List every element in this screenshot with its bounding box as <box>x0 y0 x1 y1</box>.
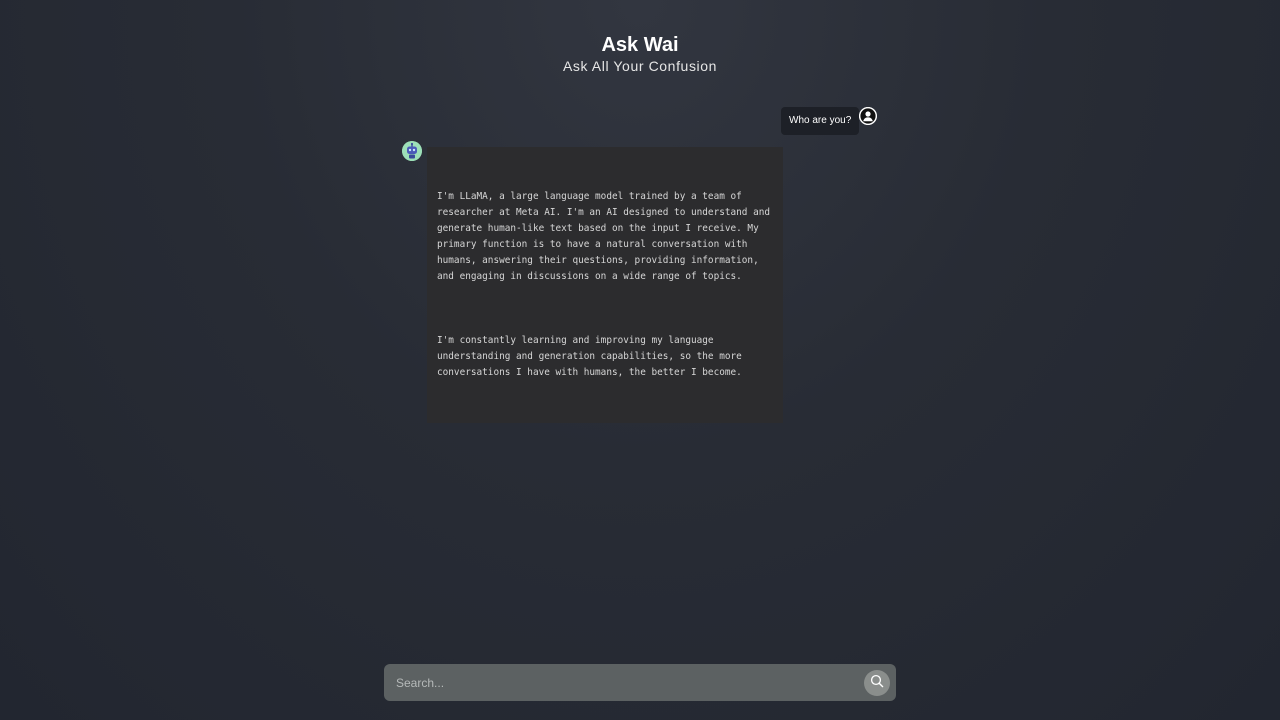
assistant-message: I'm LLaMA, a large language model traine… <box>427 147 783 423</box>
search-bar <box>384 664 896 701</box>
assistant-message-paragraph: I'm LLaMA, a large language model traine… <box>437 191 776 282</box>
robot-icon <box>402 141 422 161</box>
assistant-message-paragraph: I'm constantly learning and improving my… <box>437 335 748 378</box>
search-icon <box>870 674 884 693</box>
search-input[interactable] <box>396 664 856 701</box>
search-button[interactable] <box>864 670 890 696</box>
user-icon <box>859 107 877 125</box>
chat-area: Who are you? I'm LLaMA, a large language… <box>0 0 1280 650</box>
user-message: Who are you? <box>781 107 860 135</box>
